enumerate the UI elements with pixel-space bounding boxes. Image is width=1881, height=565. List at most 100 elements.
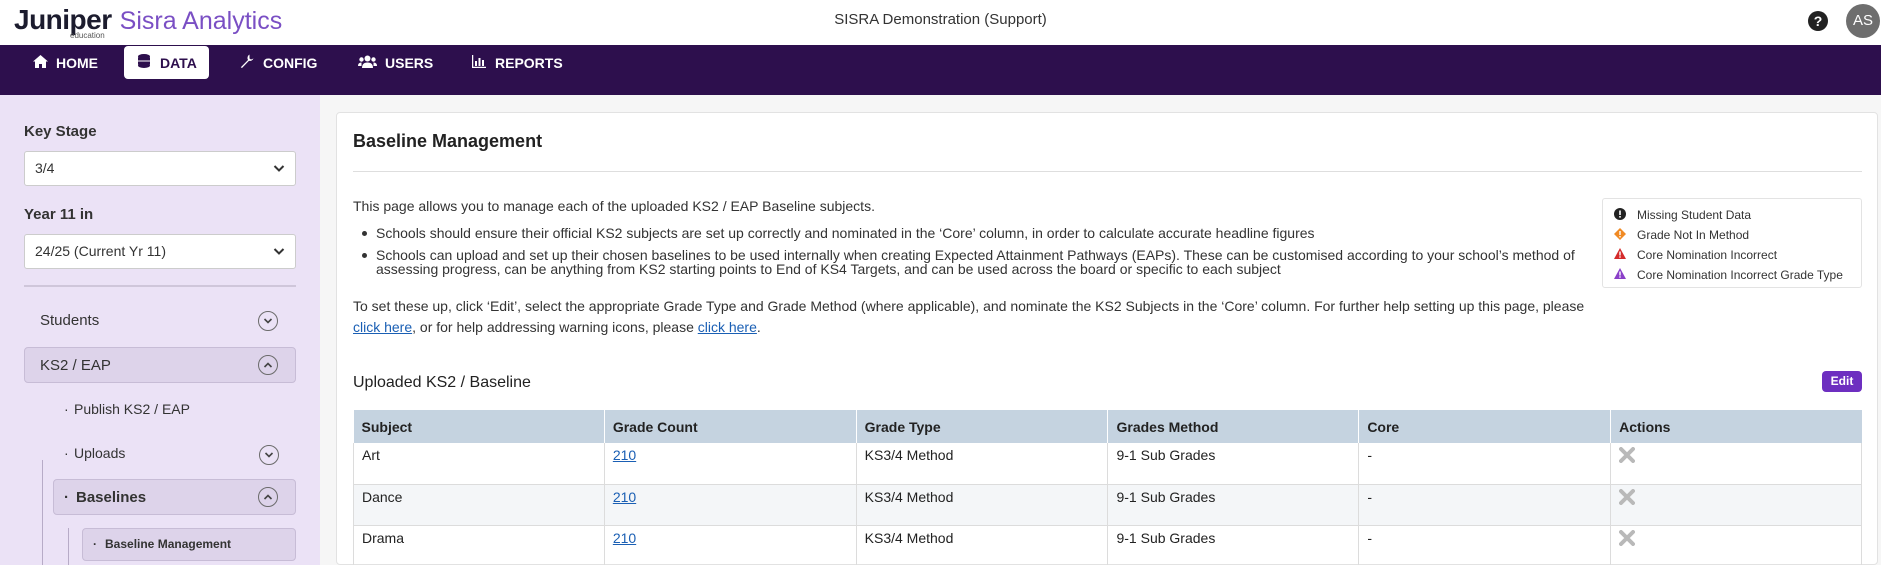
warning-help-link[interactable]: click here [698, 319, 757, 335]
table-row: Dance 210 KS3/4 Method 9-1 Sub Grades - [353, 484, 1862, 526]
actions-cell [1610, 525, 1862, 565]
subject-cell: Drama [353, 525, 605, 565]
grade-type-cell: KS3/4 Method [855, 525, 1108, 565]
chevron-down-icon[interactable] [258, 311, 278, 331]
divider [353, 171, 1862, 172]
sidebar-item-uploads[interactable]: · Uploads [64, 445, 125, 461]
delete-icon[interactable] [1619, 488, 1636, 510]
year-select[interactable]: 24/25 (Current Yr 11) [24, 234, 296, 269]
help-icon[interactable]: ? [1808, 11, 1828, 31]
column-header: Actions [1610, 410, 1862, 443]
core-cell: - [1358, 525, 1611, 565]
nav-users-label: USERS [385, 54, 434, 71]
key-stage-select[interactable]: 3/4 [24, 151, 296, 186]
sidebar-item-label: · Baselines [64, 489, 147, 506]
year-label: Year 11 in [24, 206, 94, 223]
sidebar-item-ks2-eap[interactable]: KS2 / EAP [24, 347, 296, 383]
triangle-warning-purple-icon [1613, 268, 1627, 282]
subject-cell: Art [353, 443, 605, 485]
sidebar-item-label: · Baseline Management [93, 537, 232, 551]
chevron-down-icon [273, 152, 285, 197]
grades-method-cell: 9-1 Sub Grades [1107, 443, 1359, 485]
nav-reports[interactable]: REPORTS [459, 46, 575, 79]
grade-type-cell: KS3/4 Method [855, 484, 1108, 526]
grade-count-link[interactable]: 210 [613, 447, 636, 463]
core-cell: - [1358, 443, 1611, 485]
legend-item: Missing Student Data [1613, 205, 1861, 225]
triangle-warning-icon [1613, 248, 1627, 262]
actions-cell [1610, 484, 1862, 526]
sidebar-item-publish[interactable]: · Publish KS2 / EAP [64, 401, 190, 417]
grade-count-link[interactable]: 210 [613, 530, 636, 546]
bullet-item: Schools should ensure their official KS2… [362, 226, 1576, 240]
section-title: Uploaded KS2 / Baseline [353, 374, 531, 391]
main-nav: HOME DATA CONFIG USERS REPORTS [0, 45, 1881, 95]
chevron-down-icon [273, 235, 285, 280]
column-header[interactable]: Subject [353, 410, 605, 443]
baseline-table: Subject Grade Count Grade Type Grades Me… [353, 410, 1862, 565]
chevron-down-icon[interactable] [259, 445, 279, 465]
database-icon [136, 54, 152, 71]
bullet-item: Schools can upload and set up their chos… [362, 247, 1575, 277]
help-paragraph: To set these up, click ‘Edit’, select th… [353, 298, 1585, 335]
sidebar-item-baseline-management[interactable]: · Baseline Management [82, 528, 296, 561]
wrench-icon [239, 54, 255, 71]
grade-count-cell: 210 [603, 443, 857, 485]
sidebar-item-baselines[interactable]: · Baselines [53, 479, 296, 515]
nav-reports-label: REPORTS [495, 54, 563, 71]
legend-item: Core Nomination Incorrect Grade Type [1613, 265, 1861, 285]
chevron-up-icon[interactable] [258, 355, 278, 375]
top-bar: Juniper education Sisra Analytics SISRA … [0, 0, 1881, 45]
intro-text: This page allows you to manage each of t… [353, 198, 875, 214]
nav-config-label: CONFIG [263, 54, 318, 71]
nav-users[interactable]: USERS [345, 46, 445, 79]
sidebar: Key Stage 3/4 Year 11 in 24/25 (Current … [0, 95, 320, 565]
organisation-name: SISRA Demonstration (Support) [834, 11, 1047, 28]
column-header[interactable]: Grade Type [855, 410, 1108, 443]
column-header[interactable]: Core [1358, 410, 1611, 443]
nav-config[interactable]: CONFIG [227, 46, 329, 79]
table-row: Drama 210 KS3/4 Method 9-1 Sub Grades - [353, 525, 1862, 565]
column-header[interactable]: Grade Count [603, 410, 857, 443]
sidebar-item-label: KS2 / EAP [40, 357, 111, 374]
exclamation-circle-icon [1613, 207, 1627, 223]
nav-data-label: DATA [160, 54, 197, 71]
grade-type-cell: KS3/4 Method [855, 443, 1108, 485]
help-link[interactable]: click here [353, 319, 412, 335]
sidebar-divider [24, 285, 296, 287]
tree-line [42, 460, 43, 565]
tree-line [68, 528, 69, 565]
core-cell: - [1358, 484, 1611, 526]
page-title: Baseline Management [353, 131, 543, 151]
grades-method-cell: 9-1 Sub Grades [1107, 484, 1359, 526]
avatar[interactable]: AS [1846, 4, 1880, 38]
delete-icon[interactable] [1619, 446, 1636, 468]
year-value: 24/25 (Current Yr 11) [35, 243, 166, 259]
sidebar-item-label: Students [40, 312, 100, 329]
info-bullets: Schools should ensure their official KS2… [362, 226, 1576, 284]
actions-cell [1610, 443, 1862, 485]
column-header[interactable]: Grades Method [1107, 410, 1359, 443]
subject-cell: Dance [353, 484, 605, 526]
nav-data[interactable]: DATA [124, 46, 209, 79]
chart-icon [471, 54, 487, 71]
grade-count-link[interactable]: 210 [613, 489, 636, 505]
grade-count-cell: 210 [603, 525, 857, 565]
legend-item: Grade Not In Method [1613, 225, 1861, 245]
home-icon [32, 54, 48, 71]
key-stage-label: Key Stage [24, 123, 97, 140]
key-stage-value: 3/4 [35, 160, 55, 176]
diamond-warning-icon [1613, 227, 1627, 243]
edit-button[interactable]: Edit [1822, 371, 1862, 392]
chevron-up-icon[interactable] [258, 487, 278, 507]
icon-legend: Missing Student Data Grade Not In Method… [1602, 198, 1862, 288]
nav-home-label: HOME [56, 54, 98, 71]
legend-item: Core Nomination Incorrect [1613, 245, 1861, 265]
nav-home[interactable]: HOME [20, 46, 110, 79]
grade-count-cell: 210 [603, 484, 857, 526]
brand-subtext: education [70, 31, 105, 40]
users-icon [357, 55, 377, 71]
table-header-row: Subject Grade Count Grade Type Grades Me… [353, 410, 1862, 443]
sidebar-item-students[interactable]: Students [24, 303, 296, 339]
delete-icon[interactable] [1619, 529, 1636, 551]
